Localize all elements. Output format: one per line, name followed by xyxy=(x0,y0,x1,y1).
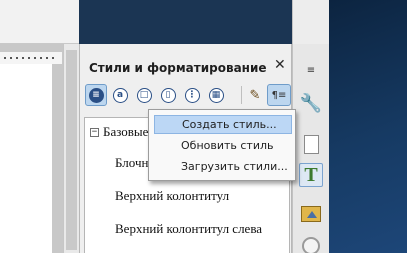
toolbar-separator xyxy=(241,86,242,104)
compass-icon xyxy=(302,237,320,253)
properties-button[interactable]: 🔧 xyxy=(299,91,323,115)
document-area xyxy=(0,0,79,253)
list-styles-button[interactable]: ⋮ xyxy=(181,84,203,106)
vertical-scrollbar[interactable] xyxy=(63,44,79,253)
sidebar-top-area xyxy=(292,0,329,44)
paragraph-styles-icon: ≡ xyxy=(88,87,104,103)
page-styles-icon: ▯ xyxy=(160,87,176,103)
list-item[interactable]: Верхний колонтитул xyxy=(115,188,229,204)
page-button[interactable] xyxy=(299,132,323,156)
sidebar-menu-button[interactable]: ≡ xyxy=(299,59,323,83)
tree-root-label[interactable]: Базовые xyxy=(103,124,148,140)
new-style-menu-button[interactable]: ¶≡ xyxy=(267,84,291,106)
character-styles-button[interactable]: a xyxy=(109,84,131,106)
horizontal-ruler xyxy=(0,52,62,64)
document-page[interactable] xyxy=(0,64,52,253)
close-icon[interactable]: ✕ xyxy=(274,57,286,73)
desktop-background xyxy=(329,0,407,253)
menu-item-create-style[interactable]: Создать стиль... xyxy=(154,115,292,134)
fill-format-mode-button[interactable]: ✎ xyxy=(244,84,266,106)
new-style-popup-menu: Создать стиль... Обновить стиль Загрузит… xyxy=(148,109,296,181)
frame-styles-button[interactable]: □ xyxy=(133,84,155,106)
menu-icon: ≡ xyxy=(306,65,316,76)
paragraph-mark-icon: ¶≡ xyxy=(271,89,287,101)
styles-toolbar: ≡ a □ ▯ ⋮ ▦ ✎ ¶≡ xyxy=(84,81,291,107)
tree-node-root[interactable]: − Базовые xyxy=(90,124,148,140)
navigator-button[interactable] xyxy=(299,234,323,253)
styles-icon: T xyxy=(299,163,323,187)
gallery-icon xyxy=(301,206,321,222)
wrench-icon: 🔧 xyxy=(299,92,323,114)
menu-item-update-style[interactable]: Обновить стиль xyxy=(154,136,292,155)
panel-title: Стили и форматирование xyxy=(89,61,267,75)
sidebar-deck: ≡ 🔧 T xyxy=(292,44,329,253)
table-styles-icon: ▦ xyxy=(208,87,224,103)
frame-styles-icon: □ xyxy=(136,87,152,103)
page-styles-button[interactable]: ▯ xyxy=(157,84,179,106)
list-item[interactable]: Верхний колонтитул слева xyxy=(115,221,262,237)
scrollbar-thumb[interactable] xyxy=(66,50,77,250)
table-styles-button[interactable]: ▦ xyxy=(205,84,227,106)
paragraph-styles-button[interactable]: ≡ xyxy=(85,84,107,106)
gallery-button[interactable] xyxy=(299,202,323,226)
document-toolbar-area xyxy=(0,0,79,44)
page-icon xyxy=(303,134,319,154)
menu-item-load-styles[interactable]: Загрузить стили... xyxy=(154,157,292,176)
paint-bucket-icon: ✎ xyxy=(249,87,261,103)
styles-button[interactable]: T xyxy=(299,163,323,187)
list-styles-icon: ⋮ xyxy=(184,87,200,103)
character-styles-icon: a xyxy=(112,87,128,103)
collapse-icon[interactable]: − xyxy=(90,127,99,137)
